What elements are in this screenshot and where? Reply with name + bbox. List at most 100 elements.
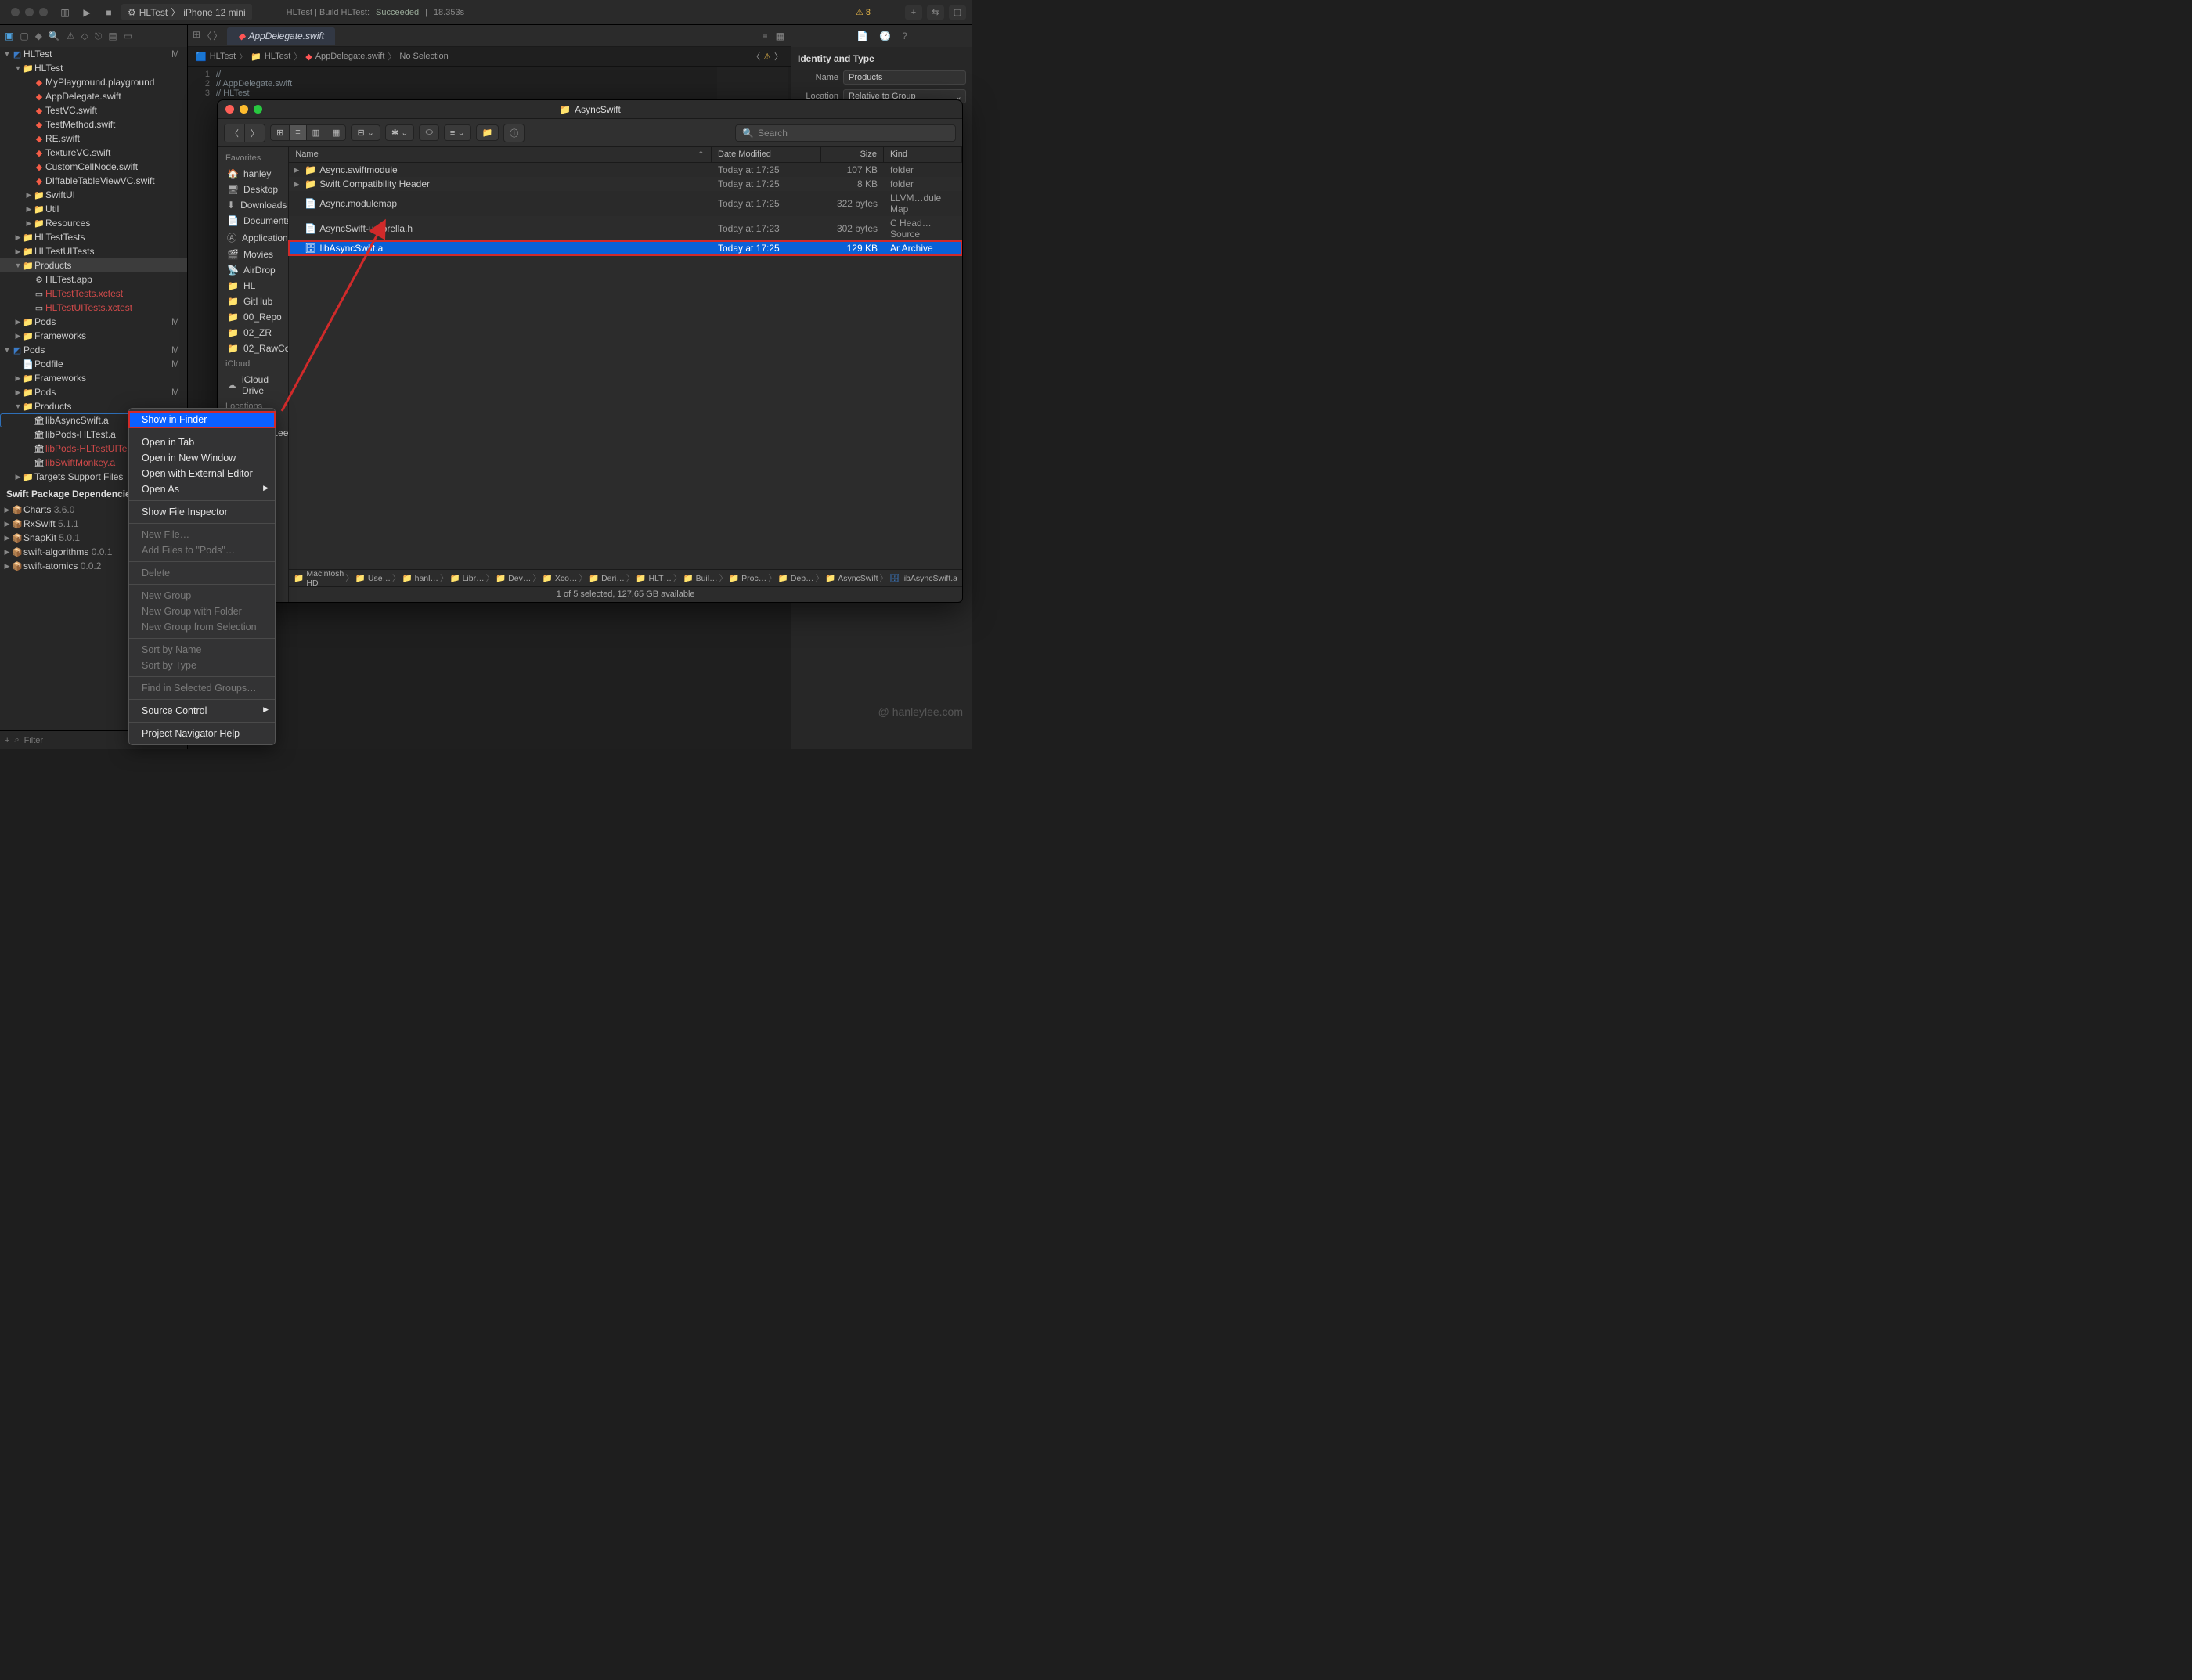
sidebar-item[interactable]: ☁iCloud Drive: [218, 372, 288, 398]
stop-button[interactable]: ■: [99, 5, 118, 20]
tree-item[interactable]: ▶📁HLTestUITests: [0, 244, 187, 258]
tree-item[interactable]: 📄PodfileM: [0, 357, 187, 371]
finder-back-button[interactable]: 〈: [224, 124, 244, 142]
menu-item[interactable]: Open in New Window: [129, 450, 275, 466]
menu-item[interactable]: Project Navigator Help: [129, 726, 275, 741]
tree-item[interactable]: ▼◩PodsM: [0, 343, 187, 357]
sidebar-item[interactable]: 📁GitHub: [218, 294, 288, 309]
sidebar-item[interactable]: 🖥Desktop: [218, 182, 288, 197]
file-inspector-icon: 📄: [856, 31, 868, 41]
window-traffic-lights[interactable]: [6, 8, 52, 16]
tree-item[interactable]: ▼📁HLTest: [0, 61, 187, 75]
share-button[interactable]: ≡ ⌄: [444, 124, 471, 141]
sidebar-item[interactable]: 🏠hanley: [218, 166, 288, 182]
tree-item[interactable]: ◆CustomCellNode.swift: [0, 160, 187, 174]
sidebar-item[interactable]: 📁02_ZR: [218, 325, 288, 341]
panels-icon[interactable]: ▢: [949, 5, 966, 20]
add-target-icon[interactable]: +: [5, 736, 9, 745]
navigator-filter[interactable]: Filter: [24, 736, 43, 745]
tree-item[interactable]: ▼📁Products: [0, 258, 187, 272]
sidebar-item[interactable]: ⬇Downloads: [218, 197, 288, 213]
scheme-app: HLTest: [139, 7, 168, 18]
filter-icon[interactable]: ⌕: [14, 735, 19, 745]
tree-item[interactable]: ◆TestVC.swift: [0, 103, 187, 117]
breadcrumb[interactable]: 🟦HLTest〉 📁HLTest〉 ◆AppDelegate.swift〉 No…: [188, 47, 791, 67]
editor-tab[interactable]: ◆AppDelegate.swift: [227, 27, 335, 45]
tree-item[interactable]: ▶📁SwiftUI: [0, 188, 187, 202]
sidebar-item[interactable]: ⒶApplications: [218, 229, 288, 247]
inspector-section-title: Identity and Type: [798, 53, 966, 64]
tree-item[interactable]: ▶📁Frameworks: [0, 329, 187, 343]
file-row[interactable]: ▶📁Swift Compatibility Header Today at 17…: [289, 177, 962, 191]
tree-item[interactable]: ▭HLTestUITests.xctest: [0, 301, 187, 315]
finder-window[interactable]: 📁AsyncSwift 〈〉 ⊞≡▥▦ ⊟ ⌄ ✱ ⌄ ⬭ ≡ ⌄ 📁 ⓘ 🔍S…: [217, 99, 963, 603]
tree-item[interactable]: ▶📁Resources: [0, 216, 187, 230]
tree-item[interactable]: ◆DIffableTableViewVC.swift: [0, 174, 187, 188]
scheme-selector[interactable]: ⚙ HLTest 〉 iPhone 12 mini: [121, 4, 252, 20]
finder-path-bar[interactable]: 📁Macintosh HD〉📁Use…〉📁hanl…〉📁Libr…〉📁Dev…〉…: [289, 569, 962, 586]
tree-item[interactable]: ▶📁Frameworks: [0, 371, 187, 385]
menu-item[interactable]: Show File Inspector: [129, 504, 275, 520]
tree-item[interactable]: ▶📁PodsM: [0, 315, 187, 329]
menu-item: New Group from Selection: [129, 619, 275, 635]
sidebar-item[interactable]: 📁HL: [218, 278, 288, 294]
file-row[interactable]: 🗄libAsyncSwift.a Today at 17:25129 KBAr …: [289, 241, 962, 255]
back-button[interactable]: 〈: [202, 29, 211, 42]
file-row[interactable]: ▶📁Async.swiftmodule Today at 17:25107 KB…: [289, 163, 962, 177]
app-icon: ⚙: [128, 7, 136, 18]
finder-search[interactable]: 🔍Search: [735, 124, 956, 142]
context-menu[interactable]: Show in Finder Open in TabOpen in New Win…: [128, 408, 276, 745]
inspector-tabs[interactable]: 📄🕑?: [791, 25, 972, 47]
tree-item[interactable]: ▼◩HLTestM: [0, 47, 187, 61]
tree-item[interactable]: ◆AppDelegate.swift: [0, 89, 187, 103]
new-folder-button[interactable]: 📁: [476, 124, 499, 141]
build-status: HLTest | Build HLTest: Succeeded | 18.35…: [287, 7, 871, 17]
tags-button[interactable]: ⬭: [419, 124, 438, 141]
tree-item[interactable]: ◆MyPlayground.playground: [0, 75, 187, 89]
group-button[interactable]: ⊟ ⌄: [351, 124, 380, 141]
tree-item[interactable]: ◆TextureVC.swift: [0, 146, 187, 160]
menu-item[interactable]: Source Control: [129, 703, 275, 719]
identity-name-field[interactable]: Products: [843, 70, 966, 85]
tree-item[interactable]: ◆RE.swift: [0, 132, 187, 146]
menu-item[interactable]: Open in Tab: [129, 434, 275, 450]
finder-column-headers[interactable]: Name ⌃ Date Modified Size Kind: [289, 147, 962, 163]
finder-fwd-button[interactable]: 〉: [244, 124, 265, 142]
tree-item[interactable]: ◆TestMethod.swift: [0, 117, 187, 132]
menu-item[interactable]: Open with External Editor: [129, 466, 275, 481]
sidebar-item[interactable]: 🎬Movies: [218, 247, 288, 262]
run-button[interactable]: ▶: [78, 5, 96, 20]
sidebar-toggle-icon[interactable]: ▥: [56, 5, 74, 20]
editor-options-icon[interactable]: ≡: [763, 31, 768, 41]
navigator-selector[interactable]: ▣▢◆🔍⚠◇⎋▤▭: [0, 25, 188, 47]
tree-item[interactable]: ▶📁Util: [0, 202, 187, 216]
sidebar-item[interactable]: 📁00_Repo: [218, 309, 288, 325]
info-button[interactable]: ⓘ: [503, 124, 525, 142]
view-mode-segment[interactable]: ⊞≡▥▦: [270, 124, 346, 141]
menu-item: New Group: [129, 588, 275, 604]
finder-traffic-lights[interactable]: [225, 105, 262, 114]
code-review-icon[interactable]: ⇆: [927, 5, 944, 20]
warning-badge: ⚠ 8: [856, 7, 871, 17]
menu-item[interactable]: Show in Finder: [129, 412, 275, 427]
search-icon: 🔍: [742, 128, 754, 139]
sidebar-item[interactable]: 📁02_RawCode: [218, 341, 288, 356]
action-button[interactable]: ✱ ⌄: [385, 124, 415, 141]
file-row[interactable]: 📄AsyncSwift-umbrella.h Today at 17:23302…: [289, 216, 962, 241]
file-row[interactable]: 📄Async.modulemap Today at 17:25322 bytes…: [289, 191, 962, 216]
tree-item[interactable]: ▶📁HLTestTests: [0, 230, 187, 244]
finder-title: AsyncSwift: [575, 104, 621, 115]
tree-item[interactable]: ⚙HLTest.app: [0, 272, 187, 287]
sidebar-item[interactable]: 📄Documents: [218, 213, 288, 229]
menu-item: Delete: [129, 565, 275, 581]
watermark: @ hanleylee.com: [878, 705, 963, 718]
sidebar-item[interactable]: 📡AirDrop: [218, 262, 288, 278]
add-button[interactable]: +: [905, 5, 922, 20]
finder-status: 1 of 5 selected, 127.65 GB available: [289, 586, 962, 602]
tree-item[interactable]: ▭HLTestTests.xctest: [0, 287, 187, 301]
tree-item[interactable]: ▶📁PodsM: [0, 385, 187, 399]
fwd-button[interactable]: 〉: [213, 29, 222, 42]
menu-item[interactable]: Open As: [129, 481, 275, 497]
tree-icon[interactable]: ⊞: [193, 29, 200, 42]
adjust-editor-icon[interactable]: ▦: [776, 31, 784, 41]
